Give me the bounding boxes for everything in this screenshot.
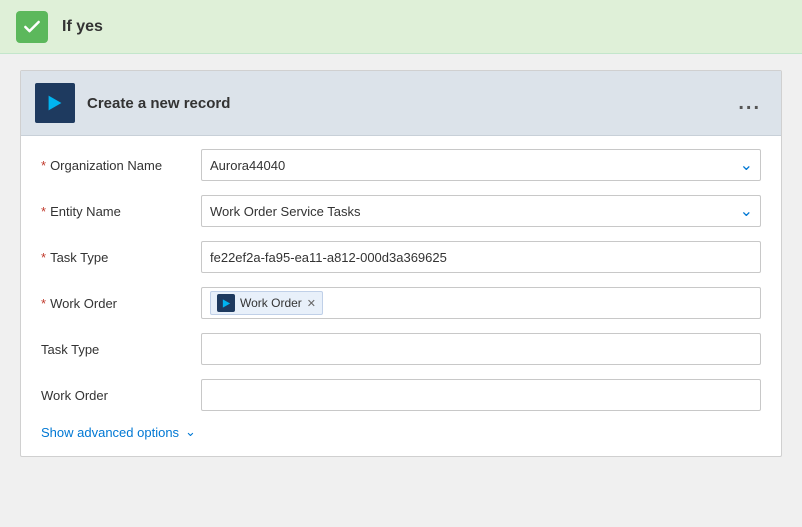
tag-close-icon[interactable]: ✕ [307,297,316,310]
required-star: * [41,158,46,173]
card-body: *Organization Name Aurora44040 ⌄ *Entity… [21,136,781,456]
task-type-required-input[interactable] [201,241,761,273]
card-header: Create a new record ... [21,71,781,136]
work-order-optional-input[interactable] [201,379,761,411]
header-title: If yes [62,18,103,36]
org-name-label: *Organization Name [41,158,201,173]
create-record-card: Create a new record ... *Organization Na… [20,70,782,457]
advanced-options-label: Show advanced options [41,425,179,440]
task-type-optional-label: Task Type [41,342,201,357]
task-type-required-row: *Task Type [41,238,761,276]
work-order-required-label: *Work Order [41,296,201,311]
task-type-optional-row: Task Type [41,330,761,368]
entity-name-label: *Entity Name [41,204,201,219]
dynamics-icon [35,83,75,123]
entity-name-value: Work Order Service Tasks [210,204,361,219]
required-star-3: * [41,250,46,265]
card-title: Create a new record [87,95,732,112]
tag-label: Work Order [240,296,302,310]
org-name-dropdown[interactable]: Aurora44040 [201,149,761,181]
entity-name-row: *Entity Name Work Order Service Tasks ⌄ [41,192,761,230]
tag-dynamics-icon [217,294,235,312]
show-advanced-options-button[interactable]: Show advanced options ⌄ [41,424,761,440]
entity-name-wrapper: Work Order Service Tasks ⌄ [201,195,761,227]
card-menu-button[interactable]: ... [732,90,767,117]
work-order-required-input[interactable]: Work Order ✕ [201,287,761,319]
task-type-optional-input[interactable] [201,333,761,365]
advanced-options-chevron-icon: ⌄ [185,424,196,440]
org-name-value: Aurora44040 [210,158,285,173]
work-order-optional-label: Work Order [41,388,201,403]
required-star-4: * [41,296,46,311]
if-yes-header: If yes [0,0,802,54]
work-order-optional-row: Work Order [41,376,761,414]
required-star-2: * [41,204,46,219]
check-icon [16,11,48,43]
main-container: Create a new record ... *Organization Na… [0,54,802,473]
org-name-wrapper: Aurora44040 ⌄ [201,149,761,181]
work-order-tag: Work Order ✕ [210,291,323,315]
task-type-required-label: *Task Type [41,250,201,265]
work-order-required-row: *Work Order Work Order ✕ [41,284,761,322]
org-name-row: *Organization Name Aurora44040 ⌄ [41,146,761,184]
entity-name-dropdown[interactable]: Work Order Service Tasks [201,195,761,227]
